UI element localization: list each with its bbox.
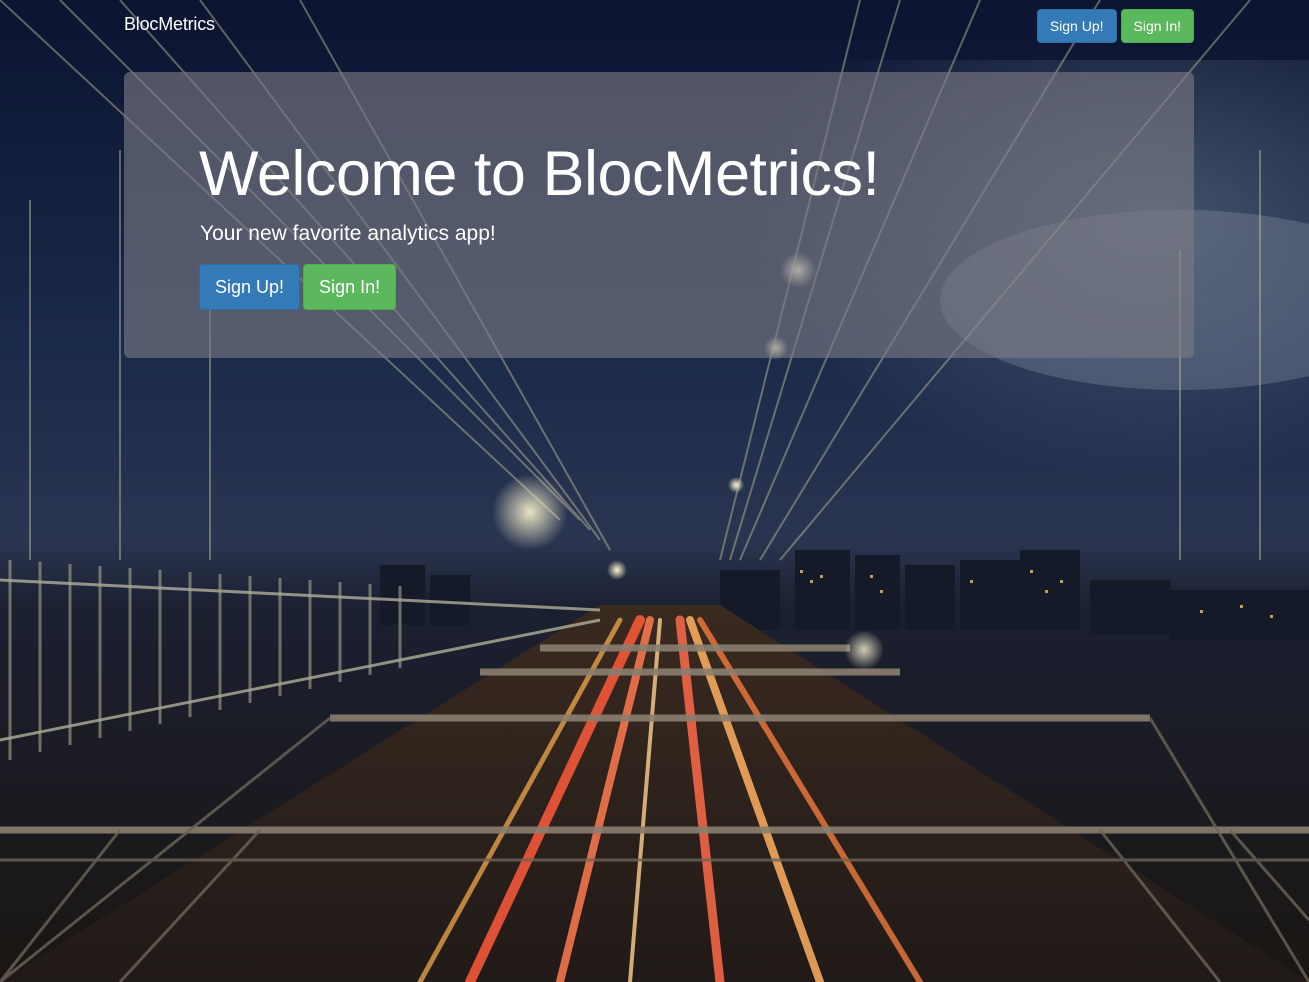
hero-signin-button[interactable]: Sign In! [303,264,397,310]
hero-title: Welcome to BlocMetrics! [199,139,880,209]
navbar-actions: Sign Up! Sign In! [1036,9,1194,43]
hero-jumbotron: Welcome to BlocMetrics! Your new favorit… [124,72,1194,358]
hero-actions: Sign Up! Sign In! [199,264,397,310]
navbar-signin-button[interactable]: Sign In! [1120,9,1194,43]
page: BlocMetrics Sign Up! Sign In! Welcome to… [0,0,1309,982]
navbar-signup-button[interactable]: Sign Up! [1036,9,1117,43]
brand-link[interactable]: BlocMetrics [124,14,215,35]
hero-signup-button[interactable]: Sign Up! [199,264,301,310]
navbar: BlocMetrics Sign Up! Sign In! [0,0,1309,52]
hero-lead: Your new favorite analytics app! [200,222,496,245]
